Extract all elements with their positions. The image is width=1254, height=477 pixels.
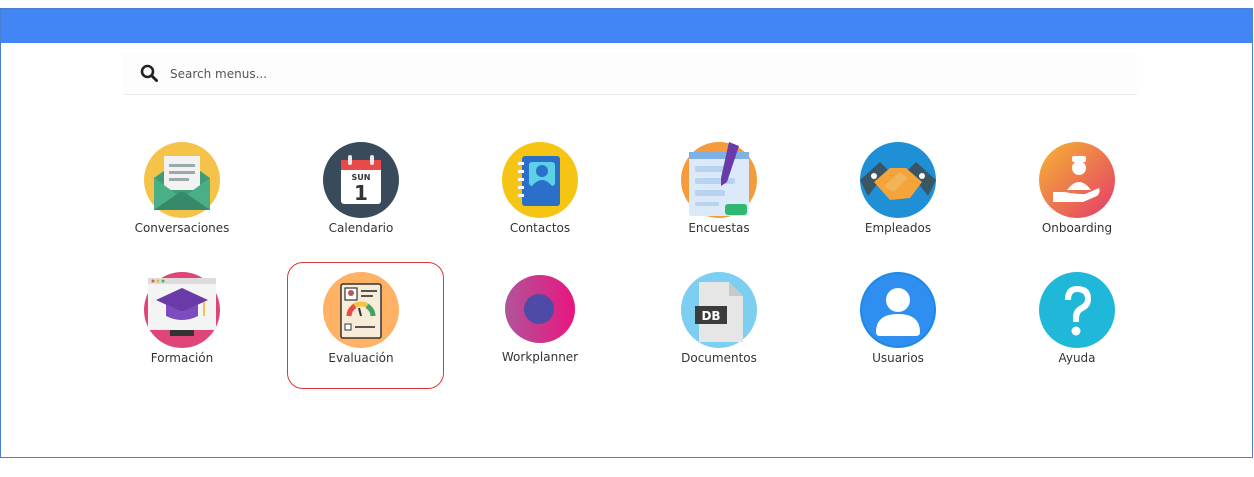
menu-label: Empleados — [864, 221, 932, 235]
user-icon — [860, 272, 936, 348]
evaluation-icon — [323, 272, 399, 348]
address-book-icon — [502, 142, 578, 218]
menu-label: Usuarios — [872, 351, 924, 365]
envelope-icon — [144, 142, 220, 218]
search-bar — [122, 52, 1137, 95]
calendar-icon: SUN 1 — [323, 142, 399, 218]
menu-label: Formación — [150, 351, 214, 365]
menu-label: Workplanner — [501, 350, 579, 364]
search-input[interactable] — [168, 60, 1072, 88]
menu-encuestas[interactable]: Encuestas — [644, 142, 794, 252]
menu-label: Contactos — [509, 221, 571, 235]
calendar-number-text: 1 — [354, 181, 368, 205]
menu-label: Documentos — [681, 351, 757, 365]
onboarding-icon — [1039, 142, 1115, 218]
database-file-icon: DB — [681, 272, 757, 348]
menu-formacion[interactable]: Formación — [107, 272, 257, 382]
menu-evaluacion[interactable]: Evaluación — [286, 272, 436, 382]
menu-label: Evaluación — [328, 351, 394, 365]
handshake-icon — [860, 142, 936, 218]
menu-onboarding[interactable]: Onboarding — [1002, 142, 1152, 252]
menu-label: Encuestas — [688, 221, 750, 235]
menu-ayuda[interactable]: Ayuda — [1002, 272, 1152, 382]
workplanner-icon — [505, 275, 575, 343]
graduation-cap-icon — [144, 272, 220, 348]
menu-empleados[interactable]: Empleados — [823, 142, 973, 252]
menu-calendario[interactable]: SUN 1 Calendario — [286, 142, 436, 252]
survey-icon — [681, 142, 757, 218]
menu-usuarios[interactable]: Usuarios — [823, 272, 973, 382]
menu-workplanner[interactable]: Workplanner — [465, 272, 615, 382]
menu-documentos[interactable]: DB Documentos — [644, 272, 794, 382]
menu-label: Ayuda — [1058, 351, 1096, 365]
top-bar — [1, 9, 1252, 43]
menu-label: Onboarding — [1041, 221, 1113, 235]
help-icon — [1039, 272, 1115, 348]
menu-contactos[interactable]: Contactos — [465, 142, 615, 252]
menu-label: Conversaciones — [134, 221, 230, 235]
menu-label: Calendario — [328, 221, 394, 235]
menu-conversaciones[interactable]: Conversaciones — [107, 142, 257, 252]
search-icon[interactable] — [140, 64, 158, 82]
db-badge-text: DB — [701, 309, 720, 323]
